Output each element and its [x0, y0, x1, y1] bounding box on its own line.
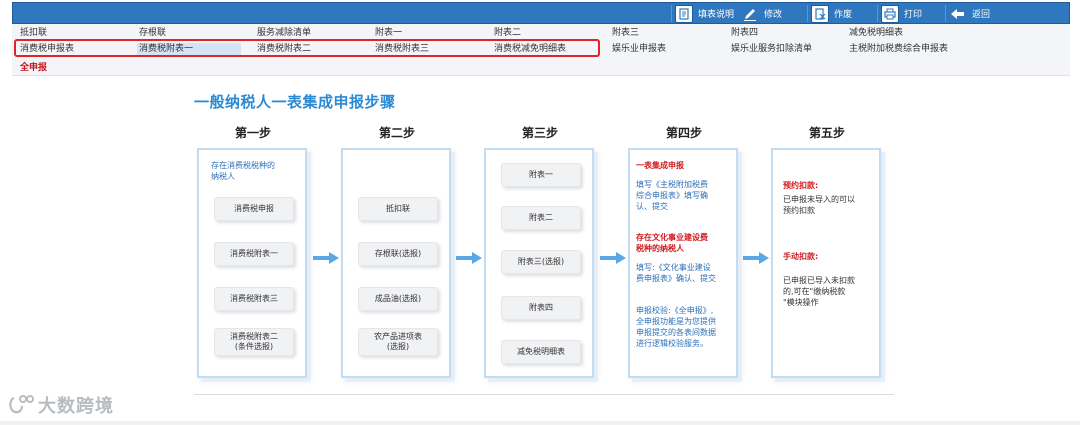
nav-entertainment-return[interactable]: 娱乐业申报表	[612, 43, 666, 55]
manual-payment-text: 已申报已导入未扣款 的,可在"缴纳税款 "模块操作	[783, 276, 855, 307]
nav-entertainment-deduction-list[interactable]: 娱乐业服务扣除清单	[731, 43, 812, 55]
one-form-submit-title: 一表集成申报	[636, 161, 684, 170]
consumption-schedule-2-button[interactable]: 消费税附表二 (条件选报)	[214, 328, 294, 356]
nav-consumption-schedule-2[interactable]: 消费税附表二	[257, 43, 311, 55]
void-document-icon	[811, 4, 829, 23]
nav-consumption-schedule-1[interactable]: 消费税附表一	[137, 43, 241, 55]
nav-service-deduction-list[interactable]: 服务减除清单	[257, 27, 311, 39]
printer-icon	[881, 4, 899, 23]
schedule-4-button[interactable]: 附表四	[501, 296, 581, 320]
void-button[interactable]: 作废	[811, 4, 852, 23]
one-form-submit-text: 填写《主税附加税费 综合申报表》填写确 认、提交	[636, 180, 708, 211]
toolbar: 填表说明 修改 作废 打印 返回	[12, 2, 1070, 24]
refined-oil-button[interactable]: 成品油(选报)	[358, 287, 438, 311]
consumption-schedule-1-button[interactable]: 消费税附表一	[214, 242, 294, 266]
toolbar-separator	[807, 5, 808, 22]
step-arrow-icon	[743, 252, 769, 264]
toolbar-separator	[671, 5, 672, 22]
stub-copy-button[interactable]: 存根联(选报)	[358, 242, 438, 266]
nav-deduction-copy[interactable]: 抵扣联	[20, 27, 47, 39]
agri-products-input-button[interactable]: 农产品进项表 (选报)	[358, 328, 438, 356]
culture-fee-title: 存在文化事业建设费 税种的纳税人	[636, 233, 708, 253]
back-label: 返回	[972, 10, 991, 20]
nav-consumption-schedule-3[interactable]: 消费税附表三	[375, 43, 429, 55]
nav-consumption-relief-detail[interactable]: 消费税减免明细表	[494, 43, 566, 55]
tax-relief-detail-button[interactable]: 减免税明细表	[501, 340, 581, 364]
pencil-icon	[741, 5, 759, 23]
step-3-panel: 附表一 附表二 附表三(选报) 附表四 减免税明细表	[484, 148, 594, 378]
step-4-heading: 第四步	[665, 126, 702, 140]
step-2-panel: 抵扣联 存根联(选报) 成品油(选报) 农产品进项表 (选报)	[341, 148, 451, 378]
step-arrow-icon	[456, 252, 482, 264]
schedule-3-button[interactable]: 附表三(选报)	[501, 250, 581, 274]
step-1-panel: 存在消费税税种的 纳税人 消费税申报 消费税附表一 消费税附表三 消费税附表二 …	[197, 148, 307, 378]
consumption-schedule-3-button[interactable]: 消费税附表三	[214, 287, 294, 311]
scheduled-payment-title: 预约扣款:	[783, 181, 819, 190]
nav-consumption-tax-return[interactable]: 消费税申报表	[20, 43, 74, 55]
nav-surcharge-combined-return[interactable]: 主税附加税费综合申报表	[849, 43, 948, 55]
fill-instructions-label: 填表说明	[698, 10, 735, 20]
step-3-heading: 第三步	[521, 126, 558, 140]
nav-stub-copy[interactable]: 存根联	[139, 27, 166, 39]
print-label: 打印	[904, 10, 923, 20]
submit-validation-text: 申报校验:《全申报》, 全申报功能是为您提供 申报提交的各表间数据 进行逻辑校验…	[636, 306, 716, 348]
all-submit-link[interactable]: 全申报	[20, 60, 47, 73]
back-arrow-icon	[949, 5, 967, 23]
culture-fee-text: 填写:《文化事业建设 费申报表》确认、提交	[636, 263, 716, 283]
watermark: 大数跨境	[8, 392, 114, 418]
nav-schedule-4[interactable]: 附表四	[731, 27, 758, 39]
divider	[194, 394, 894, 395]
step-2-heading: 第二步	[378, 126, 415, 140]
back-button[interactable]: 返回	[949, 4, 990, 23]
step-arrow-icon	[600, 252, 626, 264]
step-arrow-icon	[313, 252, 339, 264]
modify-label: 修改	[764, 10, 783, 20]
nav-schedule-3[interactable]: 附表三	[612, 27, 639, 39]
scheduled-payment-text: 已申报未导入的可以 预约扣款	[783, 195, 855, 215]
print-button[interactable]: 打印	[881, 4, 922, 23]
nav-tax-relief-detail[interactable]: 减免税明细表	[849, 27, 903, 39]
manual-payment-title: 手动扣款:	[783, 252, 819, 261]
step-1-intro: 存在消费税税种的 纳税人	[211, 161, 275, 181]
toolbar-separator	[877, 5, 878, 22]
step-5-panel: 预约扣款: 已申报未导入的可以 预约扣款 手动扣款: 已申报已导入未扣款 的,可…	[771, 148, 881, 378]
watermark-text: 大数跨境	[38, 396, 114, 417]
modify-button[interactable]: 修改	[741, 4, 782, 23]
page-title: 一般纳税人一表集成申报步骤	[194, 93, 396, 111]
step-4-panel: 一表集成申报 填写《主税附加税费 综合申报表》填写确 认、提交 存在文化事业建设…	[628, 148, 738, 378]
fill-instructions-button[interactable]: 填表说明	[675, 4, 734, 23]
divider	[0, 421, 1080, 425]
deduction-copy-button[interactable]: 抵扣联	[358, 197, 438, 221]
consumption-tax-return-button[interactable]: 消费税申报	[214, 197, 294, 221]
watermark-logo-icon	[9, 395, 34, 414]
void-label: 作废	[834, 10, 853, 20]
step-1-heading: 第一步	[234, 126, 271, 140]
schedule-1-button[interactable]: 附表一	[501, 163, 581, 187]
nav-schedule-2[interactable]: 附表二	[494, 27, 521, 39]
schedule-2-button[interactable]: 附表二	[501, 206, 581, 230]
nav-schedule-1[interactable]: 附表一	[375, 27, 402, 39]
toolbar-separator	[945, 5, 946, 22]
step-5-heading: 第五步	[808, 126, 845, 140]
document-icon	[675, 4, 693, 23]
